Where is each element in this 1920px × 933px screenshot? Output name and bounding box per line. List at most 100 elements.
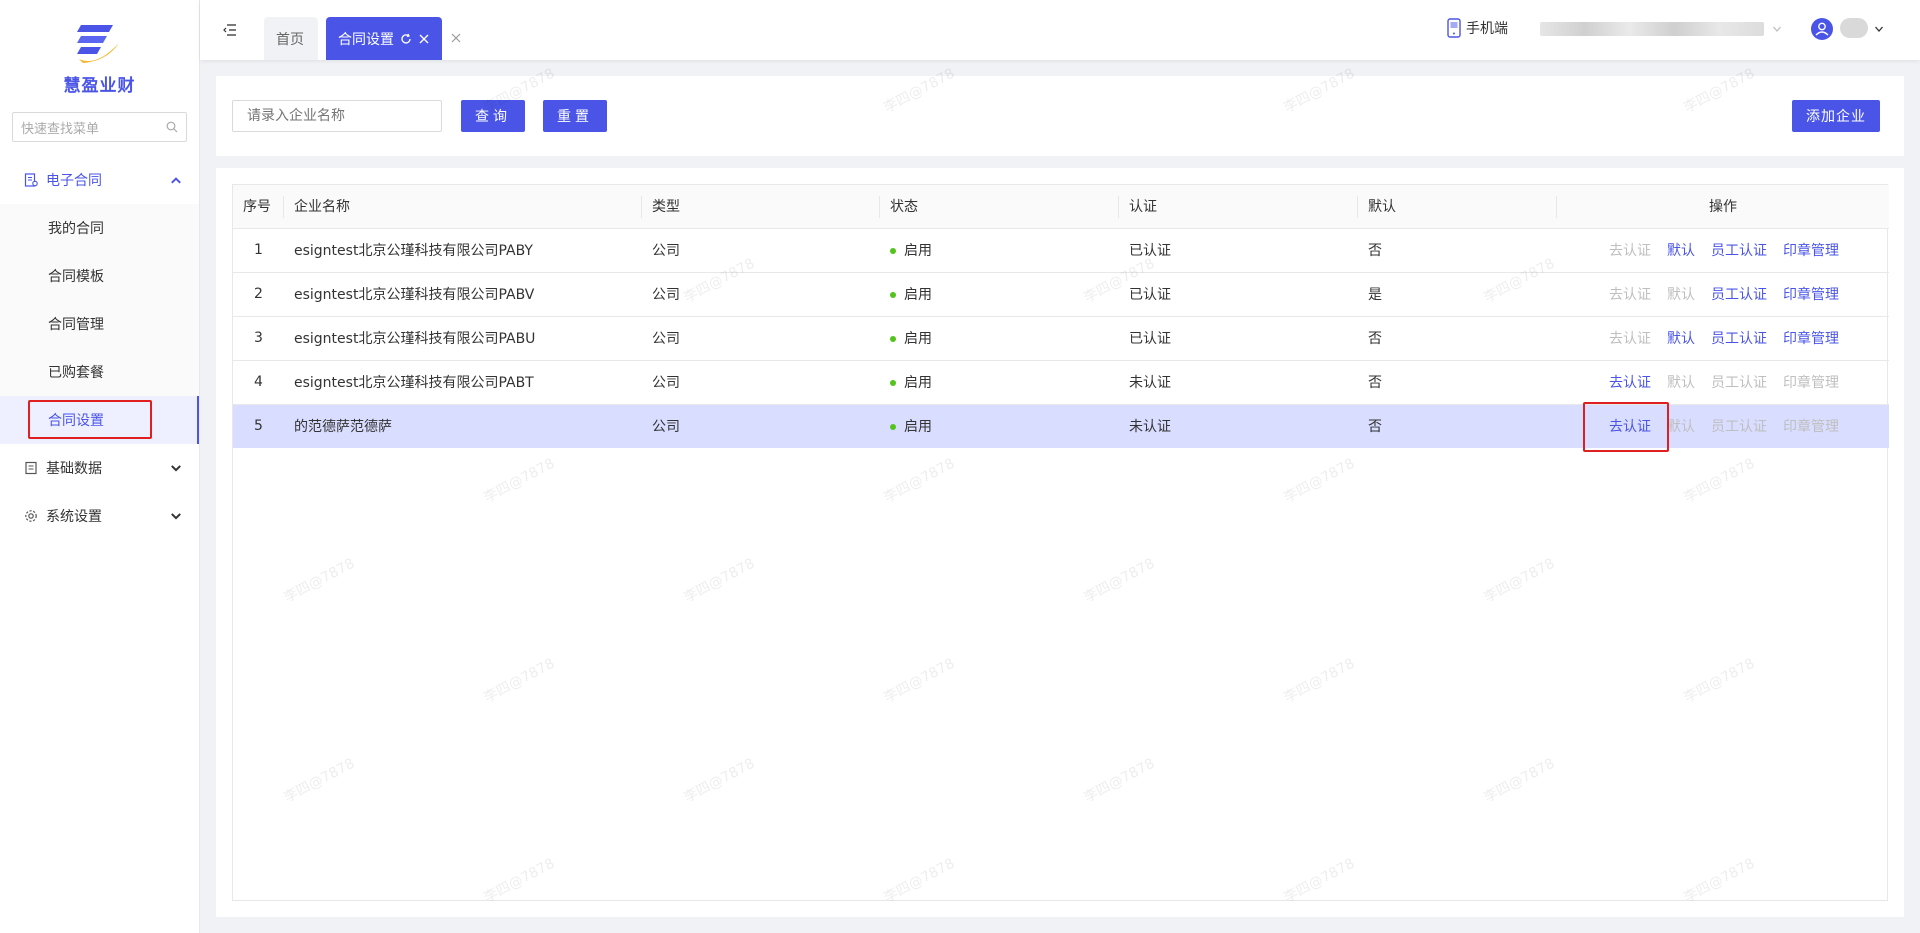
cell-ops: 去认证 默认 员工认证 印章管理 xyxy=(1557,316,1889,360)
status-dot-icon xyxy=(890,292,896,298)
col-header-name: 企业名称 xyxy=(284,185,642,228)
cell-cert: 未认证 xyxy=(1129,375,1171,391)
cell-default: 否 xyxy=(1368,243,1382,259)
menu-group-basic-data[interactable]: 基础数据 xyxy=(0,444,199,492)
brand-logo-icon xyxy=(76,25,119,63)
close-all-tabs-icon[interactable] xyxy=(450,32,462,44)
company-table: 序号 企业名称 类型 状态 认证 默认 操作 1 esigntest北京公瑾科技… xyxy=(232,184,1889,901)
tab-home[interactable]: 首页 xyxy=(264,17,318,60)
cell-status: 启用 xyxy=(880,272,1119,316)
mobile-link[interactable]: 手机端 xyxy=(1446,18,1508,38)
menu-group-system-settings[interactable]: 系统设置 xyxy=(0,492,199,540)
certify-link[interactable]: 去认证 xyxy=(1583,402,1669,453)
cell-type: 公司 xyxy=(652,243,680,259)
tab-label: 合同设置 xyxy=(338,31,394,48)
cell-type: 公司 xyxy=(652,375,680,391)
org-selector-blurred[interactable] xyxy=(1540,22,1764,36)
cell-cert: 已认证 xyxy=(1129,331,1171,347)
col-header-index: 序号 xyxy=(233,185,284,228)
chevron-up-icon xyxy=(171,177,181,184)
topbar: 首页 合同设置 手机端 xyxy=(200,0,1920,60)
user-avatar-icon[interactable] xyxy=(1811,18,1833,40)
table-row: 2 esigntest北京公瑾科技有限公司PABV 公司 启用 已认证 是 去认… xyxy=(233,272,1889,316)
cell-default: 是 xyxy=(1368,287,1382,303)
sidebar: 慧盈业财 快速查找菜单 电子合同 我的合同 合同模板 合同管理 已购套餐 合同设… xyxy=(0,0,200,933)
close-icon[interactable] xyxy=(418,33,430,45)
search-panel: 查询 重置 添加企业 xyxy=(216,76,1904,156)
cell-default: 否 xyxy=(1368,331,1382,347)
cell-index: 5 xyxy=(254,418,263,435)
certify-link[interactable]: 去认证 xyxy=(1609,372,1651,392)
chevron-down-icon[interactable] xyxy=(1772,24,1782,34)
certify-link: 去认证 xyxy=(1609,331,1651,347)
col-header-status: 状态 xyxy=(880,185,1119,228)
query-button[interactable]: 查询 xyxy=(461,100,525,132)
sidebar-item-contract-templates[interactable]: 合同模板 xyxy=(0,252,199,300)
set-default-link: 默认 xyxy=(1667,419,1695,436)
sidebar-item-my-contracts[interactable]: 我的合同 xyxy=(0,204,199,252)
gear-icon xyxy=(25,510,37,522)
staff-cert-link[interactable]: 员工认证 xyxy=(1711,328,1767,348)
cell-status: 启用 xyxy=(880,316,1119,360)
search-icon xyxy=(166,121,178,133)
status-dot-icon xyxy=(890,336,896,342)
chevron-down-icon[interactable] xyxy=(1874,24,1884,34)
menu-group-e-contract[interactable]: 电子合同 xyxy=(0,156,199,204)
set-default-link: 默认 xyxy=(1667,287,1695,303)
mobile-phone-icon xyxy=(1447,18,1461,38)
menu-collapse-icon[interactable] xyxy=(222,22,238,38)
add-company-button[interactable]: 添加企业 xyxy=(1792,100,1880,132)
col-header-ops: 操作 xyxy=(1709,199,1737,216)
set-default-link: 默认 xyxy=(1667,375,1695,391)
cell-index: 2 xyxy=(254,286,263,302)
cell-status: 启用 xyxy=(880,360,1119,404)
cell-ops: 去认证 默认 员工认证 印章管理 xyxy=(1557,272,1889,316)
staff-cert-link[interactable]: 员工认证 xyxy=(1711,240,1767,260)
sidebar-item-contract-settings[interactable]: 合同设置 xyxy=(0,396,199,444)
cell-default: 否 xyxy=(1368,419,1382,436)
mobile-label: 手机端 xyxy=(1466,21,1508,37)
menu-search-placeholder: 快速查找菜单 xyxy=(21,121,100,137)
cell-type: 公司 xyxy=(652,287,680,303)
cell-index: 4 xyxy=(254,374,263,390)
basic-data-icon xyxy=(25,461,37,475)
staff-cert-link: 员工认证 xyxy=(1711,419,1767,436)
chevron-down-icon xyxy=(171,465,181,472)
seal-mgmt-link: 印章管理 xyxy=(1783,375,1839,391)
cell-name: esigntest北京公瑾科技有限公司PABY xyxy=(294,243,533,259)
reset-button[interactable]: 重置 xyxy=(543,100,607,132)
cell-ops: 去认证 默认 员工认证 印章管理 xyxy=(1557,360,1889,404)
username-blurred[interactable] xyxy=(1840,18,1868,38)
cell-cert: 未认证 xyxy=(1129,419,1171,436)
table-row: 5 的范德萨范德萨 公司 启用 未认证 否 去认证 默认 员工认证 印章管理 xyxy=(233,402,1889,453)
menu-search-input[interactable]: 快速查找菜单 xyxy=(12,112,187,142)
refresh-icon[interactable] xyxy=(400,33,412,45)
logo: 慧盈业财 xyxy=(0,0,199,104)
contract-icon xyxy=(24,173,38,187)
side-menu: 电子合同 我的合同 合同模板 合同管理 已购套餐 合同设置 基础数据 系统设置 xyxy=(0,156,199,540)
staff-cert-link[interactable]: 员工认证 xyxy=(1711,284,1767,304)
sidebar-item-purchased-packages[interactable]: 已购套餐 xyxy=(0,348,199,396)
cell-ops: 去认证 默认 员工认证 印章管理 xyxy=(1557,228,1889,272)
status-dot-icon xyxy=(890,424,896,431)
company-name-input[interactable] xyxy=(232,100,442,132)
seal-mgmt-link[interactable]: 印章管理 xyxy=(1783,328,1839,348)
seal-mgmt-link[interactable]: 印章管理 xyxy=(1783,284,1839,304)
cell-name: esigntest北京公瑾科技有限公司PABV xyxy=(294,287,535,303)
set-default-link[interactable]: 默认 xyxy=(1667,328,1695,348)
set-default-link[interactable]: 默认 xyxy=(1667,240,1695,260)
table-panel: 序号 企业名称 类型 状态 认证 默认 操作 1 esigntest北京公瑾科技… xyxy=(216,168,1904,917)
certify-link: 去认证 xyxy=(1609,287,1651,303)
seal-mgmt-link[interactable]: 印章管理 xyxy=(1783,240,1839,260)
tab-contract-settings[interactable]: 合同设置 xyxy=(326,17,442,60)
menu-group-label: 电子合同 xyxy=(46,173,102,189)
col-header-type: 类型 xyxy=(642,185,880,228)
submenu-e-contract: 我的合同 合同模板 合同管理 已购套餐 合同设置 xyxy=(0,204,199,444)
table-header-row: 序号 企业名称 类型 状态 认证 默认 操作 xyxy=(233,185,1889,228)
sidebar-item-contract-management[interactable]: 合同管理 xyxy=(0,300,199,348)
menu-group-label: 系统设置 xyxy=(46,509,102,525)
sidebar-item-label: 合同设置 xyxy=(48,413,104,429)
certify-link: 去认证 xyxy=(1609,243,1651,259)
cell-status: 启用 xyxy=(880,228,1119,272)
cell-name: esigntest北京公瑾科技有限公司PABU xyxy=(294,331,536,347)
